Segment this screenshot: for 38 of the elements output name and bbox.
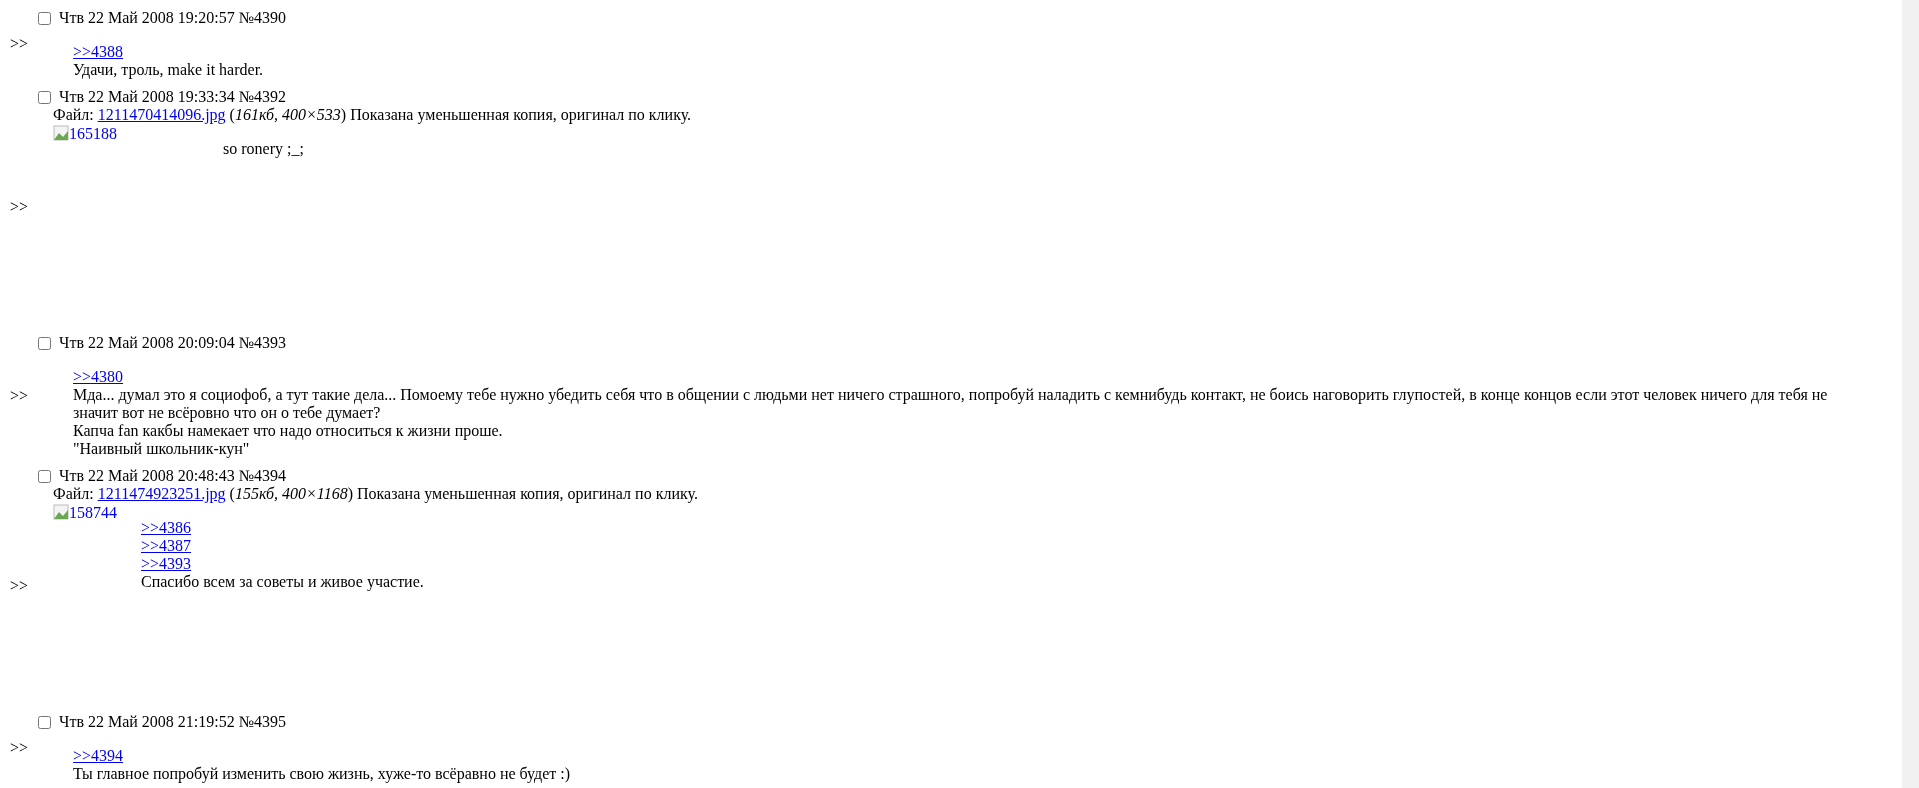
post-text: Спасибо всем за советы и живое участие. — [140, 573, 425, 591]
reply-marker: >> — [10, 576, 29, 595]
broken-image-icon — [53, 504, 69, 520]
reply-marker: >> — [10, 197, 29, 216]
reply-link[interactable]: >>4388 — [73, 43, 124, 60]
reply-link[interactable]: >>4386 — [141, 519, 192, 536]
reply-link[interactable]: >>4394 — [73, 747, 124, 764]
delete-checkbox[interactable] — [38, 90, 51, 104]
file-label: Файл: — [53, 485, 94, 502]
delete-checkbox[interactable] — [38, 469, 51, 483]
post-header: Чтв 22 Май 2008 19:33:34 №4392 — [59, 88, 286, 106]
reply-marker: >> — [10, 739, 29, 757]
file-info: (161кб, 400×533) Показана уменьшенная копия, оригинал по клику. — [229, 106, 692, 123]
reply-link[interactable]: >>4387 — [141, 537, 192, 554]
broken-image-icon — [53, 125, 69, 141]
post-text: "Наивный школьник-кун" — [73, 440, 251, 458]
post-text: Ты главное попробуй изменить свою жизнь, хуже-то всёравно не будет :) — [73, 765, 572, 783]
image-alt-text[interactable]: 165188 — [69, 125, 117, 143]
file-label: Файл: — [53, 106, 94, 123]
post-text: Мда... думал это я социофоб, а тут такие дела... Помоему тебе нужно убедить себя что в общении с людьми нет ничего страшного, попробуй наладить с кемнибудь контакт, не боись наговорить глупостей, в конце концов если этот человек ничего для тебя не значит вот не всёровно что он о тебе думает? — [73, 386, 1829, 422]
delete-checkbox[interactable] — [38, 336, 51, 350]
delete-checkbox[interactable] — [38, 715, 51, 729]
reply-marker: >> — [10, 387, 29, 405]
post-text: Капча fan какбы намекает что надо относиться к жизни проше. — [73, 422, 504, 440]
post-header: Чтв 22 Май 2008 20:09:04 №4393 — [59, 334, 286, 352]
file-link[interactable]: 1211470414096.jpg — [97, 106, 226, 123]
post-text: so ronery ;_; — [222, 140, 305, 158]
reply-link[interactable]: >>4393 — [141, 555, 192, 572]
delete-checkbox[interactable] — [38, 11, 51, 25]
file-info: (155кб, 400×1168) Показана уменьшенная копия, оригинал по клику. — [229, 485, 698, 502]
image-alt-text[interactable]: 158744 — [69, 504, 117, 522]
reply-marker: >> — [10, 35, 29, 53]
post-text: Удачи, троль, make it harder. — [73, 61, 265, 79]
reply-link[interactable]: >>4380 — [73, 368, 124, 385]
file-link[interactable]: 1211474923251.jpg — [97, 485, 226, 502]
post-header: Чтв 22 Май 2008 19:20:57 №4390 — [59, 9, 286, 27]
post-header: Чтв 22 Май 2008 21:19:52 №4395 — [59, 713, 286, 731]
post-header: Чтв 22 Май 2008 20:48:43 №4394 — [59, 467, 286, 485]
